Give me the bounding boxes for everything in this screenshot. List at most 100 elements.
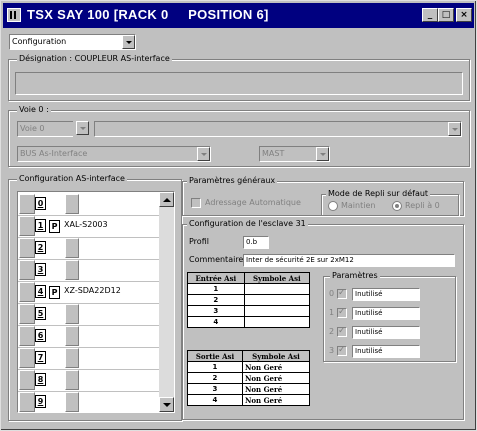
- asi-config-label: Configuration AS-interface: [17, 174, 127, 184]
- row-number: 2: [187, 294, 245, 306]
- slot-row[interactable]: 1 P XAL-S2003: [18, 215, 159, 238]
- symbol-cell[interactable]: Non Geré: [241, 383, 311, 395]
- symbol-cell[interactable]: Non Geré: [241, 361, 311, 373]
- row-number: 3: [187, 305, 245, 317]
- param-value[interactable]: Inutilisé: [352, 345, 420, 358]
- row-number: 2: [187, 372, 243, 384]
- slot-number[interactable]: 4: [35, 285, 46, 298]
- slot-row[interactable]: 8: [18, 369, 159, 392]
- row-number: 3: [187, 383, 243, 395]
- slot-empty-cell[interactable]: [65, 194, 79, 214]
- slot-row[interactable]: 7: [18, 347, 159, 370]
- param-checkbox[interactable]: [337, 326, 347, 337]
- slot-handle[interactable]: [19, 370, 35, 390]
- slot-empty-cell[interactable]: [65, 260, 79, 280]
- table-row[interactable]: 3 Non Geré: [187, 383, 311, 395]
- chevron-down-icon[interactable]: [316, 147, 329, 161]
- table-row[interactable]: 3: [187, 305, 311, 317]
- bus-select[interactable]: BUS As-Interface: [17, 146, 211, 162]
- general-params-label: Paramètres généraux: [187, 176, 278, 186]
- repli-group: Mode de Repli sur défaut Maintien Repli …: [321, 189, 459, 216]
- app-icon: [7, 8, 21, 22]
- channel-dropdown[interactable]: [73, 121, 89, 137]
- table-row[interactable]: 2: [187, 294, 311, 306]
- table-row[interactable]: 4 Non Geré: [187, 394, 311, 406]
- designation-label: Désignation : COUPLEUR AS-interface: [17, 54, 172, 64]
- slot-row[interactable]: 3: [18, 259, 159, 282]
- slot-handle[interactable]: [19, 304, 35, 324]
- slot-handle[interactable]: [19, 348, 35, 368]
- table-row[interactable]: 4: [187, 316, 311, 328]
- table-row[interactable]: 2 Non Geré: [187, 372, 311, 384]
- slot-number[interactable]: 2: [35, 241, 46, 254]
- param-value[interactable]: Inutilisé: [352, 326, 420, 339]
- maintien-radio[interactable]: [328, 201, 338, 211]
- title-bar[interactable]: TSX SAY 100 [RACK 0 POSITION 6] _ □ ×: [3, 3, 474, 28]
- scroll-down-icon[interactable]: [159, 397, 174, 412]
- task-select[interactable]: MAST: [259, 146, 330, 162]
- params-group: Paramètres 0 Inutilisé 1 Inutilisé 2 Inutilis…: [323, 271, 456, 362]
- table-row[interactable]: 1: [187, 283, 311, 295]
- general-params-group: Paramètres généraux Adressage Automatiqu…: [182, 176, 464, 216]
- slot-handle[interactable]: [19, 194, 35, 214]
- chevron-down-icon[interactable]: [197, 147, 210, 161]
- chevron-down-icon[interactable]: [122, 35, 135, 49]
- slot-handle[interactable]: [19, 260, 35, 280]
- slot-number[interactable]: 7: [35, 351, 46, 364]
- slot-reference: XZ-SDA22D12: [64, 286, 121, 295]
- symbol-cell[interactable]: [243, 305, 311, 317]
- param-value[interactable]: Inutilisé: [352, 288, 420, 301]
- channel-comment-select[interactable]: [94, 121, 462, 137]
- slot-empty-cell[interactable]: [65, 392, 79, 412]
- param-checkbox[interactable]: [337, 288, 347, 299]
- slot-number[interactable]: 9: [35, 395, 46, 408]
- symbol-cell[interactable]: [243, 283, 311, 295]
- symbol-cell[interactable]: [243, 316, 311, 328]
- symbol-cell[interactable]: [243, 294, 311, 306]
- voie-group: Voie 0 : Voie 0 BUS As-Interface MAST: [8, 105, 470, 167]
- slot-handle[interactable]: [19, 392, 35, 412]
- slot-handle[interactable]: [19, 282, 35, 302]
- slot-number[interactable]: 5: [35, 307, 46, 320]
- slot-handle[interactable]: [19, 326, 35, 346]
- slot-number[interactable]: 1: [35, 219, 46, 232]
- slot-number[interactable]: 0: [35, 197, 46, 210]
- param-checkbox[interactable]: [337, 307, 347, 318]
- mode-select[interactable]: Configuration: [9, 34, 136, 50]
- scroll-up-icon[interactable]: [159, 192, 174, 207]
- auto-address-checkbox[interactable]: [191, 198, 201, 208]
- params-label: Paramètres: [330, 271, 380, 281]
- slot-row[interactable]: 6: [18, 325, 159, 348]
- param-checkbox[interactable]: [337, 345, 347, 356]
- slot-row[interactable]: 9: [18, 391, 159, 412]
- param-value[interactable]: Inutilisé: [352, 307, 420, 320]
- slot-row[interactable]: 2: [18, 237, 159, 260]
- slot-handle[interactable]: [19, 238, 35, 258]
- chevron-down-icon[interactable]: [76, 121, 89, 135]
- slot-number[interactable]: 6: [35, 329, 46, 342]
- minimize-button[interactable]: _: [422, 8, 438, 22]
- maximize-button[interactable]: □: [438, 8, 454, 22]
- symbol-cell[interactable]: Non Geré: [241, 372, 311, 384]
- slot-number[interactable]: 3: [35, 263, 46, 276]
- slot-empty-cell[interactable]: [65, 348, 79, 368]
- vertical-scrollbar[interactable]: [159, 192, 174, 412]
- slot-empty-cell[interactable]: [65, 238, 79, 258]
- slot-empty-cell[interactable]: [65, 326, 79, 346]
- table-row[interactable]: 1 Non Geré: [187, 361, 311, 373]
- close-button[interactable]: ×: [456, 8, 472, 22]
- profile-badge: P: [49, 220, 60, 233]
- slot-number[interactable]: 8: [35, 373, 46, 386]
- slot-row[interactable]: 0: [18, 193, 159, 216]
- slot-row[interactable]: 4 P XZ-SDA22D12: [18, 281, 159, 304]
- slot-list[interactable]: 0 1 P XAL-S2003 2 3 4 P XZ-SDA22D12 5 6 7 8 9: [17, 191, 175, 413]
- chevron-down-icon[interactable]: [448, 122, 461, 136]
- comment-field[interactable]: Inter de sécurité 2E sur 2xM12: [243, 254, 455, 267]
- auto-address-label: Adressage Automatique: [205, 198, 301, 207]
- slot-empty-cell[interactable]: [65, 370, 79, 390]
- repli0-radio[interactable]: [392, 201, 402, 211]
- slot-row[interactable]: 5: [18, 303, 159, 326]
- symbol-cell[interactable]: Non Geré: [241, 394, 311, 406]
- slot-handle[interactable]: [19, 216, 35, 236]
- slot-empty-cell[interactable]: [65, 304, 79, 324]
